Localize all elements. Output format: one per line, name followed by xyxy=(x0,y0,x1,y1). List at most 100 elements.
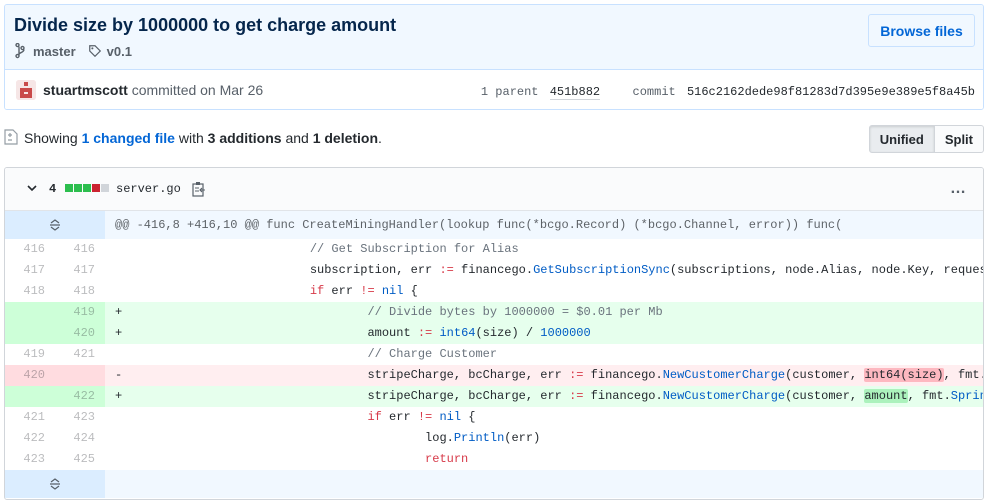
old-line-number[interactable] xyxy=(5,323,55,344)
diff-marker: + xyxy=(115,326,123,340)
code-token: if xyxy=(367,410,382,424)
code-token: int64 xyxy=(439,326,476,340)
code-token: != xyxy=(417,410,433,424)
code-line: + stripeCharge, bcCharge, err := finance… xyxy=(105,386,983,407)
diff-marker xyxy=(115,281,137,302)
file-diff-icon[interactable] xyxy=(4,129,18,145)
new-line-number[interactable]: 423 xyxy=(55,407,105,428)
parent-sha-link[interactable]: 451b882 xyxy=(549,85,601,100)
code-line: log.Println(err) xyxy=(105,428,983,449)
code-token: , fmt. xyxy=(943,368,983,382)
identicon-icon xyxy=(16,80,36,100)
code-token: { xyxy=(461,410,476,424)
diff-line-context: 419 421 // Charge Customer xyxy=(5,344,983,365)
code-token: Println xyxy=(453,431,505,445)
code-line: // Charge Customer xyxy=(105,344,983,365)
code-token: GetSubscriptionSync xyxy=(533,263,670,277)
branch-name[interactable]: master xyxy=(33,44,76,59)
code-token: amount xyxy=(864,389,908,403)
diffstat-block-neutral xyxy=(101,184,109,192)
file-header: 4 server.go … xyxy=(5,168,983,211)
code-line: - stripeCharge, bcCharge, err := finance… xyxy=(105,365,983,386)
new-line-number[interactable]: 418 xyxy=(55,281,105,302)
diff-marker xyxy=(115,449,137,470)
diffstat-block-del xyxy=(92,184,100,192)
old-line-number[interactable]: 418 xyxy=(5,281,55,302)
old-line-number[interactable]: 422 xyxy=(5,428,55,449)
clipboard-icon[interactable] xyxy=(192,181,206,197)
diff-marker xyxy=(115,239,137,260)
changed-files-link[interactable]: 1 changed file xyxy=(82,130,175,146)
old-line-number[interactable]: 423 xyxy=(5,449,55,470)
old-line-number[interactable]: 421 xyxy=(5,407,55,428)
new-line-number[interactable]: 424 xyxy=(55,428,105,449)
file-actions-menu[interactable]: … xyxy=(950,180,967,198)
diff-marker xyxy=(115,407,137,428)
file-name-link[interactable]: server.go xyxy=(116,182,181,196)
tag-icon xyxy=(88,45,101,58)
code-token: != xyxy=(360,284,375,298)
avatar[interactable] xyxy=(16,80,36,100)
code-token: { xyxy=(403,284,418,298)
parent-label: 1 parent xyxy=(480,85,539,99)
diffstat-block-add xyxy=(83,184,91,192)
code-token: stripeCharge, bcCharge, err xyxy=(367,368,570,382)
diff-line-addition: 419 + // Divide bytes by 1000000 = $0.01 … xyxy=(5,302,983,323)
old-line-number[interactable] xyxy=(5,302,55,323)
code-token: err xyxy=(381,410,418,424)
code-token: Sprin xyxy=(950,389,983,403)
old-line-number[interactable]: 417 xyxy=(5,260,55,281)
unified-button[interactable]: Unified xyxy=(868,125,935,153)
new-line-number[interactable]: 422 xyxy=(55,386,105,407)
sha-line: 1 parent 451b882 commit 516c2162dede98f8… xyxy=(480,85,975,100)
code-token: := xyxy=(439,263,454,277)
branch-tag-line: master v0.1 xyxy=(14,43,132,59)
code-token: nil xyxy=(381,284,404,298)
diff-marker xyxy=(115,344,137,365)
code-line: // Get Subscription for Alias xyxy=(105,239,983,260)
code-line: if err != nil { xyxy=(105,281,983,302)
code-token: log. xyxy=(425,431,454,445)
diff-summary: Showing 1 changed file with 3 additions … xyxy=(24,130,382,146)
code-token: (err) xyxy=(504,431,541,445)
expand-down-button[interactable] xyxy=(5,470,105,498)
tag-name[interactable]: v0.1 xyxy=(107,44,132,59)
split-button[interactable]: Split xyxy=(934,125,984,153)
new-line-number[interactable]: 417 xyxy=(55,260,105,281)
diff-line-addition: 422 + stripeCharge, bcCharge, err := fina… xyxy=(5,386,983,407)
old-line-number[interactable]: 420 xyxy=(5,365,55,386)
browse-files-button[interactable]: Browse files xyxy=(868,14,975,47)
code-token: financego. xyxy=(583,389,663,403)
expand-up-button[interactable] xyxy=(5,211,105,239)
git-branch-icon xyxy=(15,43,25,59)
new-line-number[interactable]: 425 xyxy=(55,449,105,470)
code-line: subscription, err := financego.GetSubscr… xyxy=(105,260,983,281)
unfold-icon xyxy=(50,219,60,231)
diff-marker: + xyxy=(115,389,123,403)
code-token: (customer, xyxy=(785,389,865,403)
diff-table: @@ -416,8 +416,10 @@ func CreateMiningHa… xyxy=(5,211,983,498)
author-link[interactable]: stuartmscott xyxy=(43,82,128,98)
old-line-number[interactable]: 419 xyxy=(5,344,55,365)
new-line-number[interactable]: 419 xyxy=(55,302,105,323)
hunk-header: @@ -416,8 +416,10 @@ func CreateMiningHa… xyxy=(115,218,843,232)
diff-marker xyxy=(115,428,137,449)
chevron-down-icon[interactable] xyxy=(25,181,39,195)
new-line-number[interactable] xyxy=(55,365,105,386)
new-line-number[interactable]: 421 xyxy=(55,344,105,365)
old-line-number[interactable]: 416 xyxy=(5,239,55,260)
diff-line-context: 422 424 log.Println(err) xyxy=(5,428,983,449)
code-token: (customer, xyxy=(785,368,865,382)
old-line-number[interactable] xyxy=(5,386,55,407)
code-token: nil xyxy=(439,410,462,424)
diff-toolbar: Showing 1 changed file with 3 additions … xyxy=(4,124,984,154)
new-line-number[interactable]: 420 xyxy=(55,323,105,344)
new-line-number[interactable]: 416 xyxy=(55,239,105,260)
